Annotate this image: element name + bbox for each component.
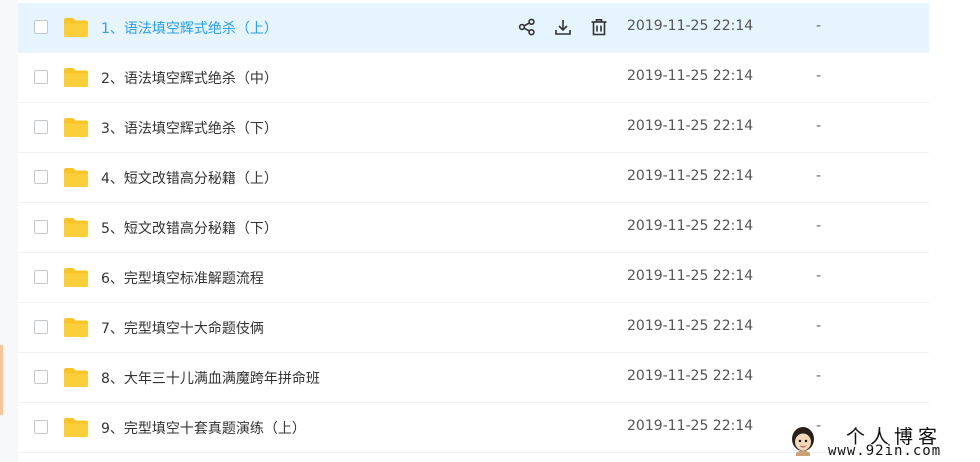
- share-icon: [518, 18, 535, 36]
- file-size: -: [816, 218, 822, 234]
- folder-icon: [64, 218, 88, 237]
- row-checkbox[interactable]: [34, 370, 48, 384]
- file-size: -: [816, 318, 822, 334]
- file-row[interactable]: 6、完型填空标准解题流程 2019-11-25 22:14 -: [18, 253, 929, 303]
- watermark-url: www.92in.com: [828, 443, 942, 459]
- file-name[interactable]: 9、完型填空十套真题演练（上）: [101, 418, 306, 438]
- watermark-logo: 个人博客 www.92in.com: [786, 420, 980, 462]
- row-checkbox[interactable]: [34, 120, 48, 134]
- file-row[interactable]: 5、短文改错高分秘籍（下） 2019-11-25 22:14 -: [18, 203, 929, 253]
- file-size: -: [816, 268, 822, 284]
- file-date: 2019-11-25 22:14: [627, 68, 754, 84]
- left-edge: [0, 0, 18, 462]
- folder-icon: [64, 18, 88, 37]
- file-name[interactable]: 4、短文改错高分秘籍（上）: [101, 168, 278, 188]
- row-checkbox[interactable]: [34, 170, 48, 184]
- row-actions: [516, 16, 610, 38]
- share-button[interactable]: [516, 16, 538, 38]
- left-accent-mark: [0, 345, 3, 415]
- file-name[interactable]: 6、完型填空标准解题流程: [101, 268, 264, 288]
- file-row[interactable]: 3、语法填空辉式绝杀（下） 2019-11-25 22:14 -: [18, 103, 929, 153]
- row-checkbox[interactable]: [34, 420, 48, 434]
- folder-icon: [64, 118, 88, 137]
- download-icon: [555, 20, 571, 35]
- avatar-icon: [792, 427, 814, 456]
- file-date: 2019-11-25 22:14: [627, 368, 754, 384]
- file-date: 2019-11-25 22:14: [627, 118, 754, 134]
- file-row[interactable]: 1、语法填空辉式绝杀（上） 2019-11-25 22:14 -: [18, 3, 929, 53]
- file-date: 2019-11-25 22:14: [627, 18, 754, 34]
- file-date: 2019-11-25 22:14: [627, 218, 754, 234]
- row-checkbox[interactable]: [34, 70, 48, 84]
- download-button[interactable]: [552, 16, 574, 38]
- file-size: -: [816, 118, 822, 134]
- file-date: 2019-11-25 22:14: [627, 168, 754, 184]
- file-name[interactable]: 7、完型填空十大命题伎俩: [101, 318, 264, 338]
- file-size: -: [816, 18, 822, 34]
- folder-icon: [64, 68, 88, 87]
- trash-icon: [591, 19, 607, 36]
- row-checkbox[interactable]: [34, 320, 48, 334]
- file-size: -: [816, 368, 822, 384]
- folder-icon: [64, 368, 88, 387]
- file-name[interactable]: 1、语法填空辉式绝杀（上）: [101, 18, 278, 38]
- file-row[interactable]: 2、语法填空辉式绝杀（中） 2019-11-25 22:14 -: [18, 53, 929, 103]
- file-name[interactable]: 8、大年三十儿满血满魔跨年拼命班: [101, 368, 320, 388]
- row-checkbox[interactable]: [34, 270, 48, 284]
- delete-button[interactable]: [588, 16, 610, 38]
- file-list: 1、语法填空辉式绝杀（上） 2019-11-25 22:14 - 2、语法填空辉…: [18, 3, 929, 453]
- folder-icon: [64, 418, 88, 437]
- folder-icon: [64, 168, 88, 187]
- file-date: 2019-11-25 22:14: [627, 418, 754, 434]
- row-checkbox[interactable]: [34, 20, 48, 34]
- file-size: -: [816, 168, 822, 184]
- file-date: 2019-11-25 22:14: [627, 268, 754, 284]
- folder-icon: [64, 318, 88, 337]
- file-date: 2019-11-25 22:14: [627, 318, 754, 334]
- file-row[interactable]: 7、完型填空十大命题伎俩 2019-11-25 22:14 -: [18, 303, 929, 353]
- file-row[interactable]: 4、短文改错高分秘籍（上） 2019-11-25 22:14 -: [18, 153, 929, 203]
- file-name[interactable]: 2、语法填空辉式绝杀（中）: [101, 68, 278, 88]
- file-row[interactable]: 8、大年三十儿满血满魔跨年拼命班 2019-11-25 22:14 -: [18, 353, 929, 403]
- file-size: -: [816, 68, 822, 84]
- folder-icon: [64, 268, 88, 287]
- file-name[interactable]: 3、语法填空辉式绝杀（下）: [101, 118, 278, 138]
- file-name[interactable]: 5、短文改错高分秘籍（下）: [101, 218, 278, 238]
- row-checkbox[interactable]: [34, 220, 48, 234]
